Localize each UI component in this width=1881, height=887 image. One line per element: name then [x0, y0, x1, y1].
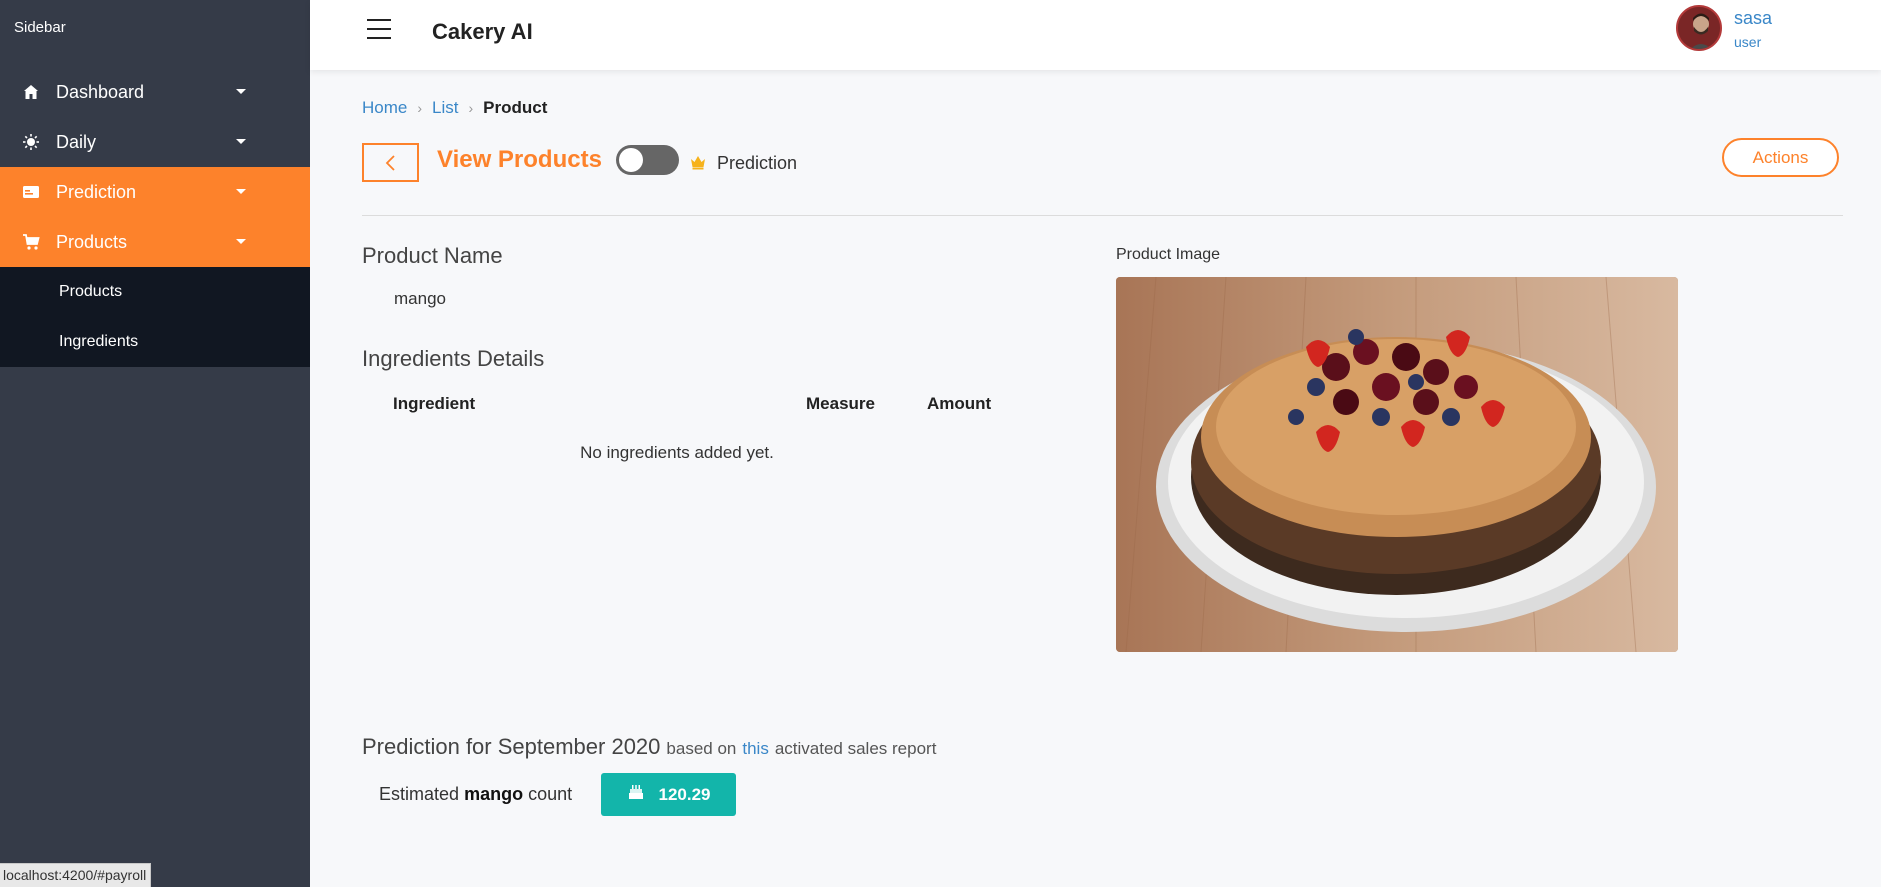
user-name[interactable]: sasa	[1734, 8, 1772, 29]
sidebar-item-dashboard[interactable]: Dashboard	[0, 67, 310, 117]
submenu-item-products[interactable]: Products	[0, 267, 310, 317]
crown-icon	[689, 153, 707, 176]
toggle-label: Prediction	[717, 153, 798, 173]
divider	[362, 215, 1843, 216]
product-name-value: mango	[394, 289, 446, 308]
estimate-label: Estimated mango count	[379, 784, 572, 805]
prediction-title: Prediction for September 2020	[362, 734, 661, 759]
empty-message: No ingredients added yet.	[580, 443, 774, 462]
estimate-item: mango	[464, 784, 524, 804]
chevron-down-icon	[236, 89, 246, 94]
sidebar-title: Sidebar	[14, 19, 66, 36]
breadcrumb: Home › List › Product	[362, 98, 547, 118]
top-header: Cakery AI sasa user	[310, 0, 1881, 70]
ingredients-heading: Ingredients Details	[362, 346, 545, 371]
card-icon	[22, 183, 40, 201]
prediction-suffix: activated sales report	[774, 739, 937, 758]
table-header: Ingredient Measure Amount	[362, 391, 992, 421]
cart-icon	[22, 233, 40, 251]
sidebar-nav: Dashboard Daily Prediction Products Prod…	[0, 67, 310, 367]
ingredients-table: Ingredient Measure Amount No ingredients…	[362, 391, 992, 462]
estimate-prefix: Estimated	[379, 784, 460, 804]
breadcrumb-list[interactable]: List	[432, 98, 458, 118]
chevron-down-icon	[236, 189, 246, 194]
sidebar-item-products[interactable]: Products	[0, 217, 310, 267]
main-content: Home › List › Product View Products Pred…	[310, 70, 1881, 887]
cake-icon	[627, 783, 645, 806]
sidebar-item-label: Prediction	[56, 181, 137, 202]
chevron-down-icon	[236, 239, 246, 244]
sidebar-item-label: Daily	[56, 131, 97, 152]
prediction-based-on: based on	[666, 739, 737, 758]
avatar[interactable]	[1676, 5, 1722, 51]
back-button[interactable]	[362, 143, 419, 182]
status-url: localhost:4200/#payroll	[0, 863, 152, 887]
sun-icon	[22, 133, 40, 151]
estimate-badge: 120.29	[601, 773, 736, 816]
page-title: View Products	[437, 146, 602, 173]
toggle-knob	[619, 148, 643, 172]
column-amount: Amount	[927, 394, 992, 413]
column-ingredient: Ingredient	[393, 394, 476, 413]
chevron-left-icon	[385, 154, 395, 171]
sidebar: Sidebar Dashboard Daily Prediction Produ…	[0, 0, 310, 887]
submenu-item-ingredients[interactable]: Ingredients	[0, 317, 310, 367]
column-measure: Measure	[806, 394, 875, 413]
chevron-right-icon: ›	[468, 100, 474, 116]
actions-button[interactable]: Actions	[1722, 138, 1839, 177]
sidebar-item-prediction[interactable]: Prediction	[0, 167, 310, 217]
sidebar-item-label: Dashboard	[56, 81, 145, 102]
sidebar-item-label: Products	[56, 231, 128, 252]
prediction-toggle[interactable]	[616, 145, 679, 175]
sidebar-item-daily[interactable]: Daily	[0, 117, 310, 167]
menu-icon[interactable]	[367, 19, 391, 39]
breadcrumb-home[interactable]: Home	[362, 98, 407, 118]
chevron-down-icon	[236, 139, 246, 144]
product-image-label: Product Image	[1116, 246, 1221, 263]
chevron-right-icon: ›	[417, 100, 423, 116]
sales-report-link[interactable]: this	[742, 739, 768, 759]
product-image	[1116, 277, 1678, 652]
products-submenu: Products Ingredients	[0, 267, 310, 367]
app-title: Cakery AI	[432, 19, 533, 44]
user-role: user	[1734, 34, 1762, 50]
product-name-heading: Product Name	[362, 243, 503, 268]
home-icon	[22, 83, 40, 101]
prediction-line: Prediction for September 2020 based on t…	[362, 734, 936, 760]
estimate-value: 120.29	[658, 784, 711, 804]
estimate-suffix: count	[528, 784, 573, 804]
breadcrumb-current: Product	[483, 98, 548, 117]
